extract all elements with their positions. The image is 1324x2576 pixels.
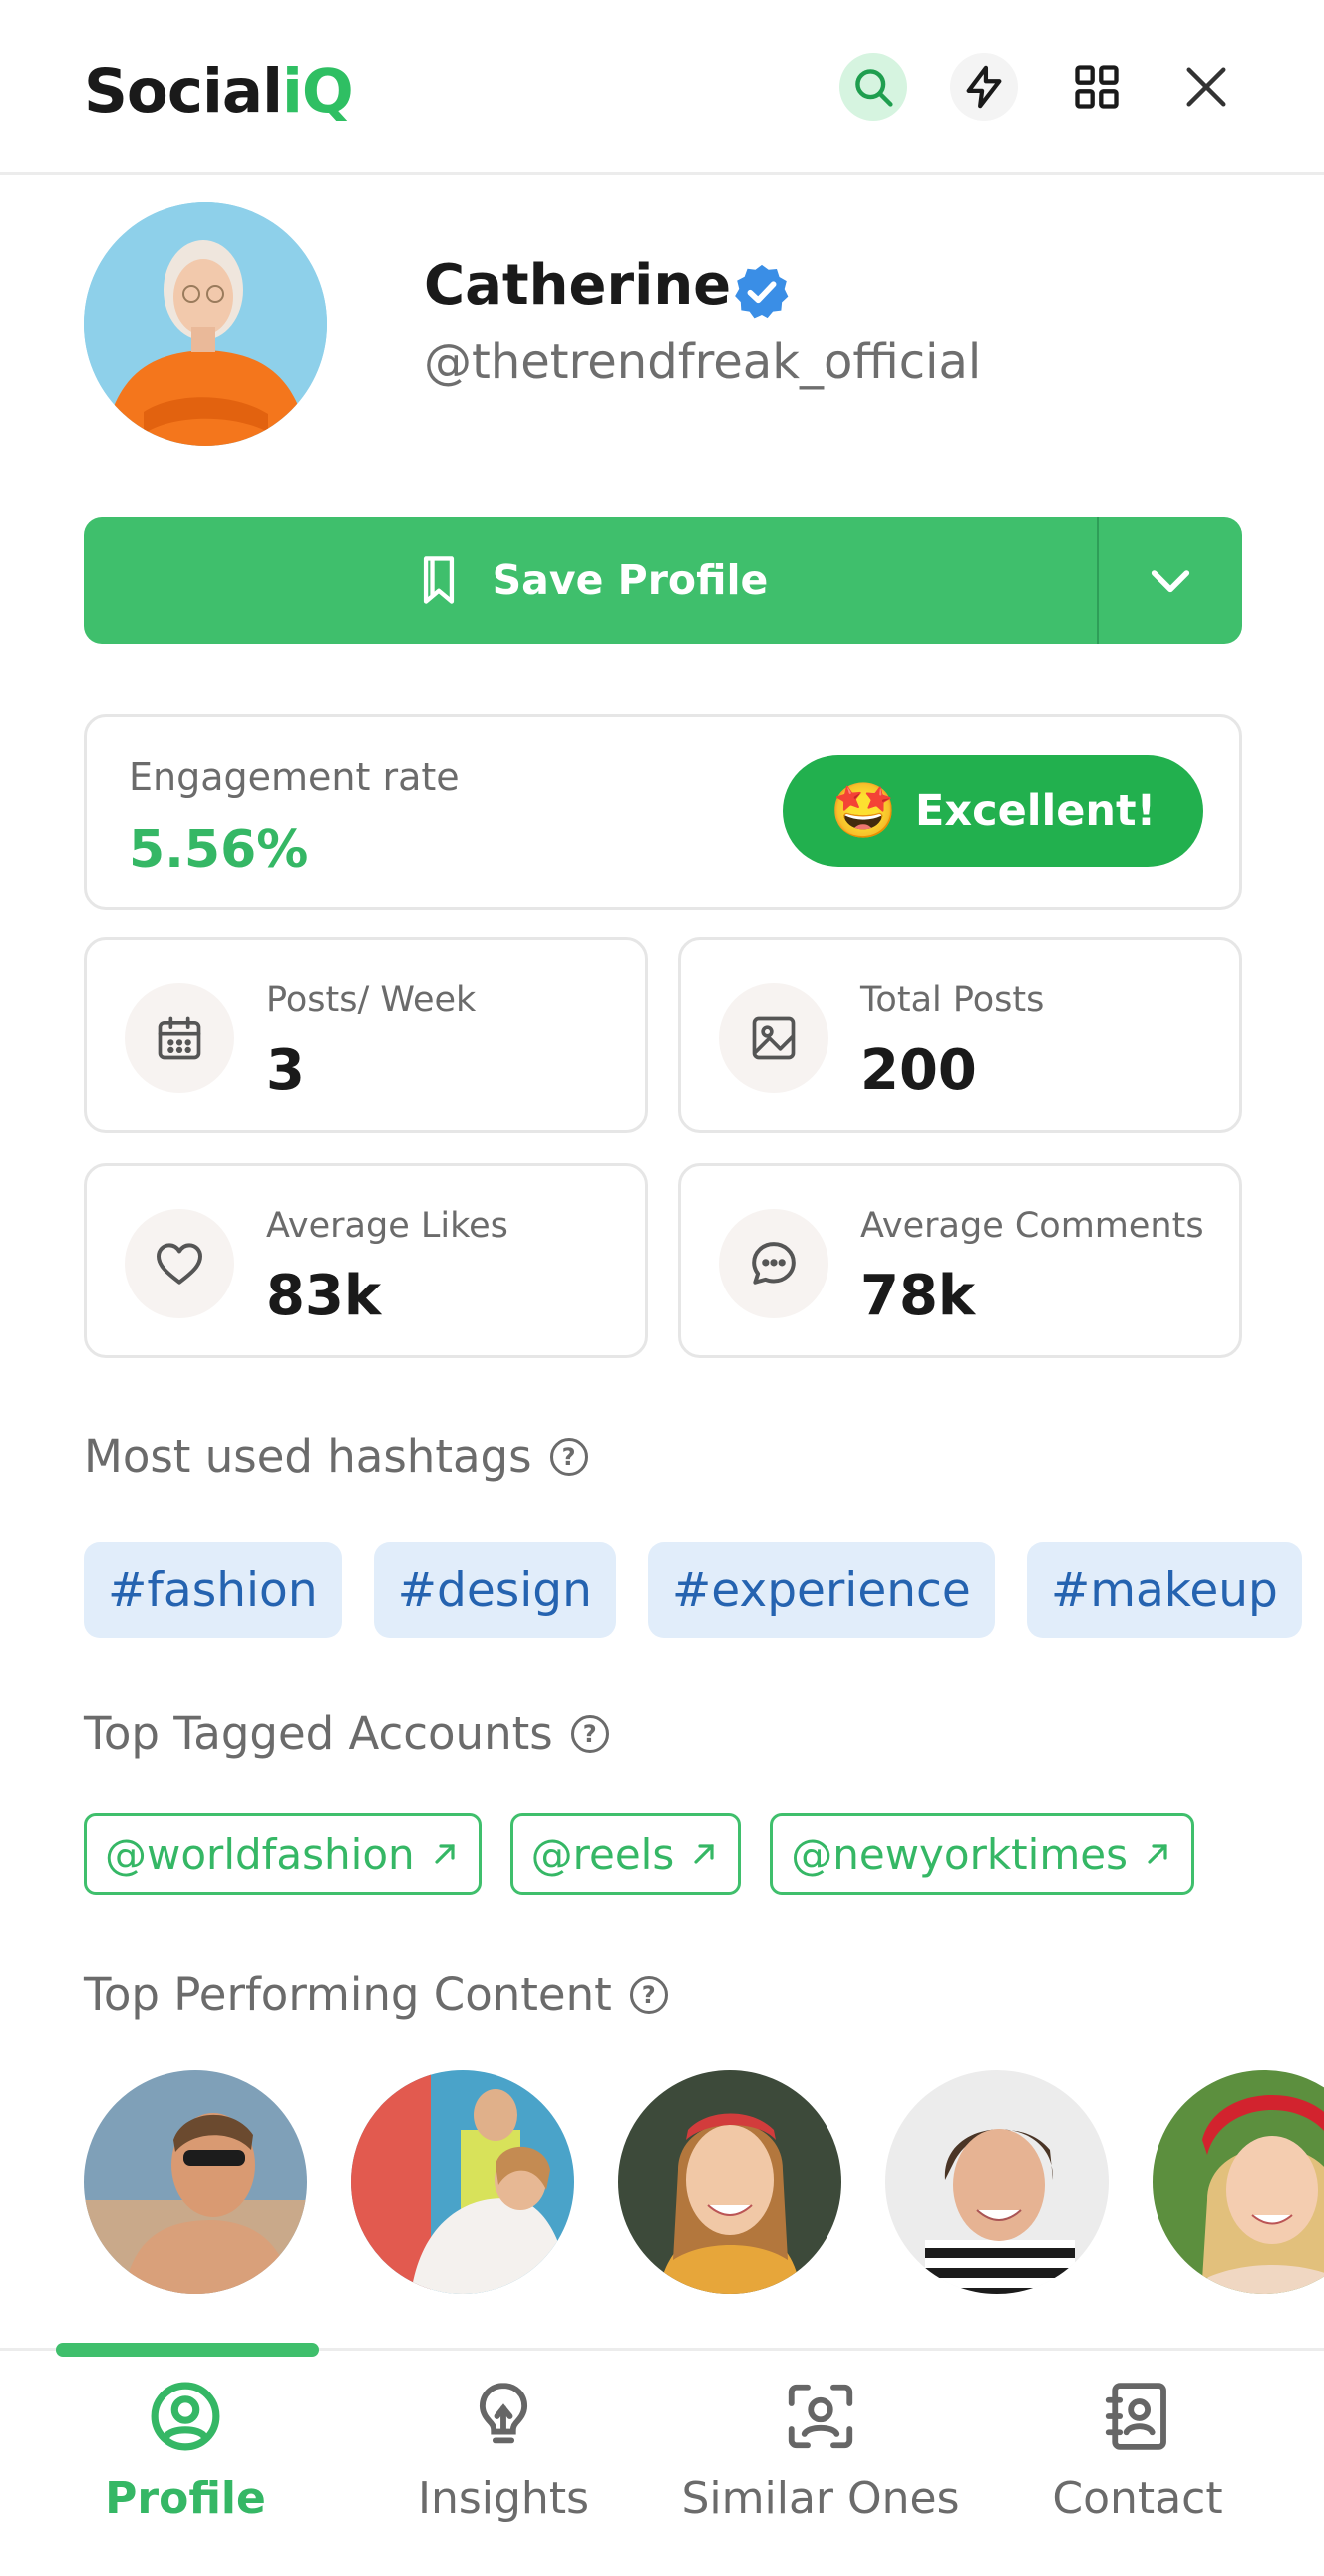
nav-tab-profile[interactable]: Profile [36,2378,335,2547]
stat-label: Average Likes [266,1206,508,1246]
nav-tab-label: Similar Ones [681,2473,960,2524]
help-icon[interactable]: ? [629,1975,668,2014]
save-profile-group: Save Profile [84,517,1242,644]
stat-value: 3 [266,1038,305,1103]
stat-label: Posts/ Week [266,980,477,1020]
tagged-account-list: @worldfashion @reels @newyorktimes [84,1813,1194,1895]
heart-icon [125,1209,234,1318]
engagement-card: Engagement rate 5.56% 🤩 Excellent! [84,714,1242,910]
bolt-icon [966,65,1002,109]
stat-posts-per-week: Posts/ Week 3 [84,937,648,1133]
nav-tab-contact[interactable]: Contact [988,2378,1287,2547]
stat-value: 83k [266,1264,382,1328]
engagement-badge: 🤩 Excellent! [783,755,1203,867]
content-thumbnail[interactable] [618,2070,841,2294]
profile-name: Catherine [424,253,732,318]
face-scan-icon [788,2384,853,2449]
close-icon [1186,67,1226,107]
active-tab-indicator [56,2343,319,2357]
tagged-accounts-section-title: Top Tagged Accounts ? [84,1707,609,1760]
star-eyes-emoji-icon: 🤩 [829,779,898,842]
stat-label: Average Comments [860,1206,1204,1246]
tagged-account-link[interactable]: @worldfashion [84,1813,482,1895]
hashtag-chip[interactable]: #makeup [1026,1542,1302,1638]
chevron-down-icon [1151,570,1190,593]
help-icon[interactable]: ? [570,1714,609,1753]
engagement-value: 5.56% [129,820,309,880]
search-icon [855,69,893,107]
external-link-arrow-icon [435,1844,455,1864]
nav-tab-label: Profile [105,2473,266,2524]
tagged-account-link[interactable]: @newyorktimes [770,1813,1194,1895]
apps-button[interactable] [1063,53,1131,121]
hashtags-section-title: Most used hashtags ? [84,1430,588,1483]
bookmark-icon [423,556,454,604]
stat-total-posts: Total Posts 200 [678,937,1242,1133]
hashtag-chip[interactable]: #fashion [84,1542,342,1638]
hashtag-chip[interactable]: #design [373,1542,616,1638]
content-thumbnail[interactable] [1153,2070,1324,2294]
content-thumbnail[interactable] [351,2070,574,2294]
search-button[interactable] [839,53,907,121]
boost-button[interactable] [950,53,1018,121]
top-content-section-title: Top Performing Content ? [84,1968,668,2021]
help-icon[interactable]: ? [549,1437,588,1476]
external-link-arrow-icon [694,1844,714,1864]
save-options-dropdown[interactable] [1099,517,1242,644]
stat-average-likes: Average Likes 83k [84,1163,648,1358]
contact-book-icon [1105,2383,1166,2450]
content-thumbnail[interactable] [885,2070,1109,2294]
nav-tab-similar-ones[interactable]: Similar Ones [671,2378,970,2547]
save-profile-button[interactable]: Save Profile [84,517,1097,644]
external-link-arrow-icon [1148,1844,1167,1864]
stat-label: Total Posts [860,980,1045,1020]
lightbulb-icon [479,2383,528,2444]
tagged-account-link[interactable]: @reels [509,1813,742,1895]
content-thumbnail[interactable] [84,2070,307,2294]
avatar [84,202,327,446]
stat-average-comments: Average Comments 78k [678,1163,1242,1358]
grid-icon [1075,65,1119,109]
verified-badge-icon [731,261,793,323]
stat-value: 78k [860,1264,976,1328]
stat-value: 200 [860,1038,977,1103]
save-profile-label: Save Profile [492,556,769,604]
hashtag-list: #fashion #design #experience #makeup [84,1542,1302,1638]
top-content-carousel [84,2070,1324,2300]
image-icon [719,983,828,1093]
nav-tab-label: Contact [1052,2473,1223,2524]
engagement-badge-label: Excellent! [915,786,1157,836]
profile-handle: @thetrendfreak_official [424,334,982,390]
profile-icon [151,2382,220,2451]
engagement-label: Engagement rate [129,755,460,799]
hashtag-chip[interactable]: #experience [647,1542,995,1638]
nav-tab-insights[interactable]: Insights [354,2378,653,2547]
chat-icon [719,1209,828,1318]
calendar-icon [125,983,234,1093]
app-logo: SocialiQ [84,56,354,127]
nav-tab-label: Insights [417,2473,589,2524]
close-button[interactable] [1172,53,1240,121]
